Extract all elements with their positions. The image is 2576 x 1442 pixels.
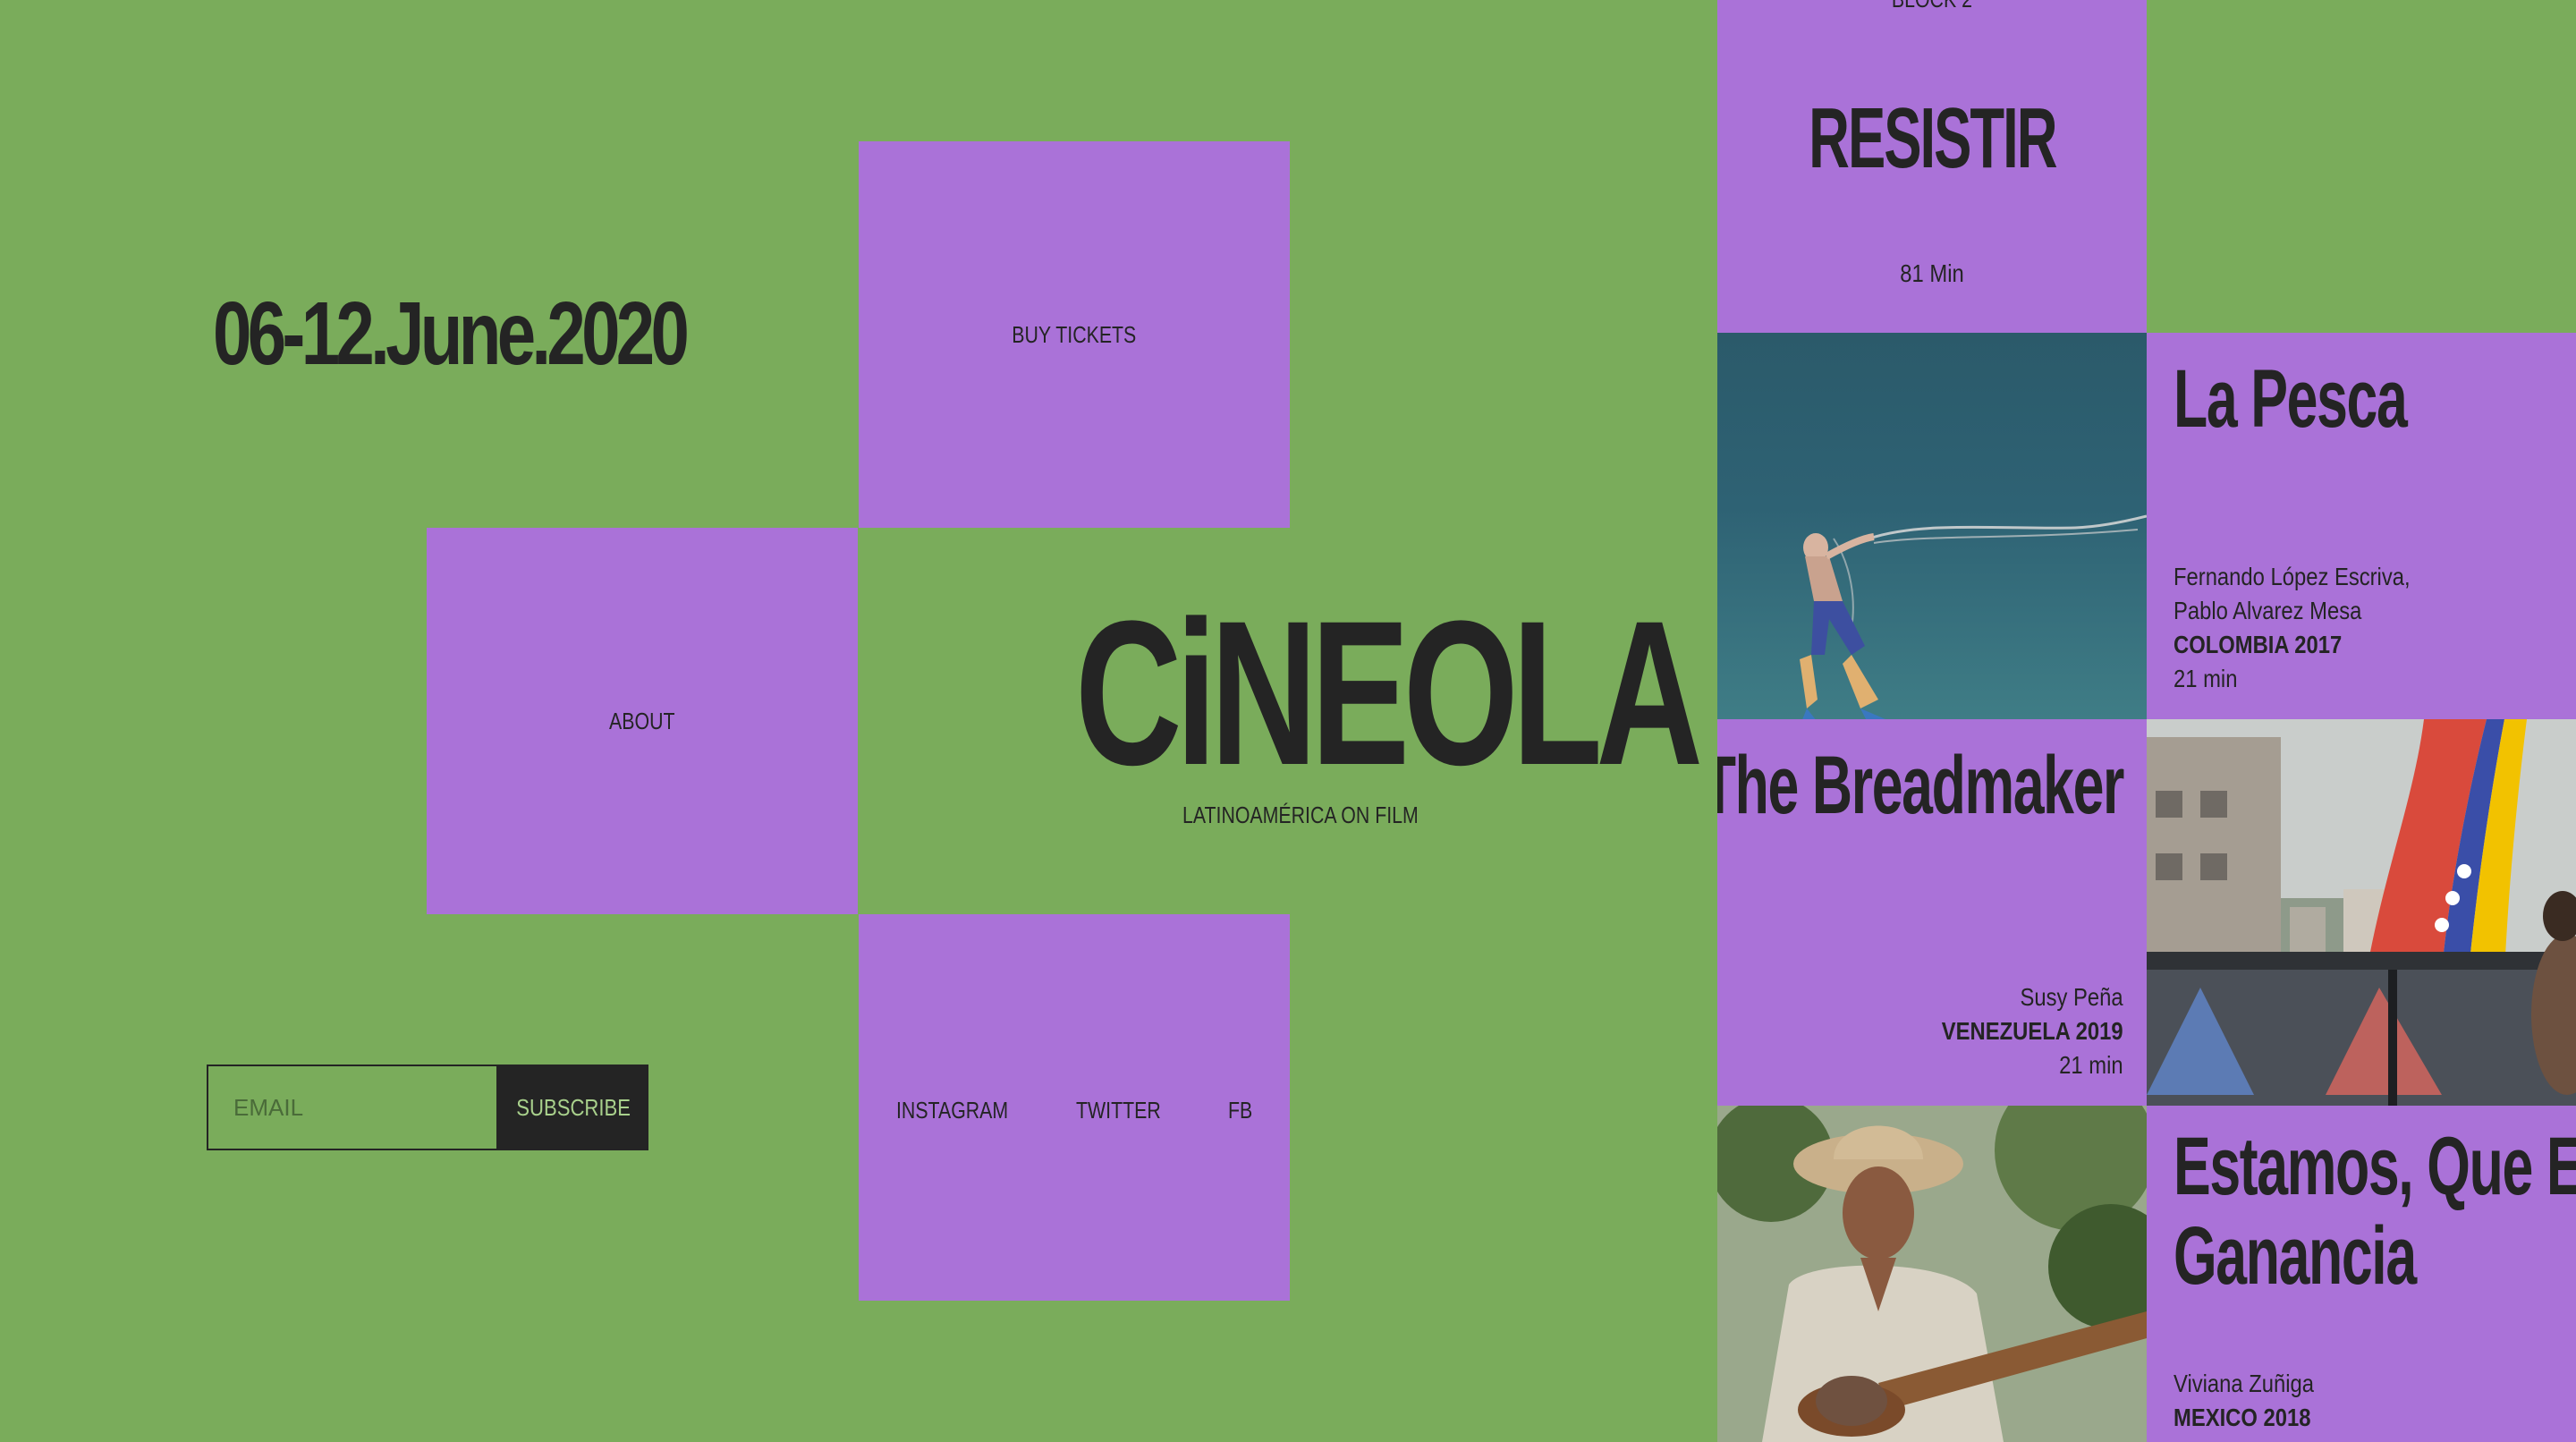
buy-tickets-label: BUY TICKETS	[1012, 320, 1137, 348]
cineola-logo: CiNEOLA	[1075, 578, 1703, 808]
social-links-tile: INSTAGRAM TWITTER FB	[859, 914, 1290, 1301]
film-title-line: Ganancia	[2174, 1210, 2417, 1302]
block-duration: 81 Min	[1900, 259, 1964, 287]
subscribe-label: SUBSCRIBE	[516, 1093, 631, 1121]
director-name: Fernando López Escriva,	[2174, 563, 2411, 590]
guitarist-image	[1717, 1106, 2147, 1442]
country-year: VENEZUELA 2019	[1942, 1017, 2123, 1045]
runtime: 21 min	[2059, 1051, 2123, 1079]
estamos-que-es-ganancia-still[interactable]	[1717, 1106, 2147, 1442]
subscribe-button[interactable]: SUBSCRIBE	[498, 1065, 648, 1150]
film-meta: Fernando López Escriva, Pablo Alvarez Me…	[2174, 560, 2411, 696]
country-year: MEXICO 2018	[2174, 1404, 2311, 1431]
about-button[interactable]: ABOUT	[427, 528, 858, 914]
email-field[interactable]	[207, 1065, 498, 1150]
the-breadmaker-still[interactable]	[2147, 719, 2576, 1106]
film-meta: Susy Peña VENEZUELA 2019 21 min	[1942, 980, 2123, 1082]
instagram-link[interactable]: INSTAGRAM	[896, 1097, 1008, 1124]
film-title-line: Estamos, Que Es	[2174, 1121, 2576, 1212]
block-label: BLOCK 2	[1892, 0, 1972, 13]
festival-dates: 06-12.June.2020	[213, 284, 690, 384]
film-card-estamos-que-es-ganancia[interactable]: Estamos, Que Es Ganancia Viviana Zuñiga …	[2147, 1106, 2576, 1442]
director-name: Susy Peña	[2020, 983, 2123, 1011]
director-name: Pablo Alvarez Mesa	[2174, 597, 2362, 624]
director-name: Viviana Zuñiga	[2174, 1370, 2315, 1397]
about-label: ABOUT	[609, 707, 675, 734]
block-title: RESISTIR	[1808, 90, 2057, 186]
film-title: The Breadmaker	[1717, 740, 2124, 831]
diver-image	[1800, 514, 2147, 719]
flag-image	[2147, 719, 2576, 1106]
runtime: 21 min	[2174, 665, 2238, 692]
buy-tickets-button[interactable]: BUY TICKETS	[859, 141, 1290, 528]
country-year: COLOMBIA 2017	[2174, 631, 2343, 658]
tagline: LATINOAMÉRICA ON FILM	[1182, 802, 1419, 828]
film-card-la-pesca[interactable]: La Pesca Fernando López Escriva, Pablo A…	[2147, 333, 2576, 719]
film-title: La Pesca	[2174, 353, 2408, 445]
block-card[interactable]: BLOCK 2 RESISTIR 81 Min	[1717, 0, 2147, 333]
fb-link[interactable]: FB	[1228, 1097, 1252, 1124]
twitter-link[interactable]: TWITTER	[1076, 1097, 1161, 1124]
newsletter-form: SUBSCRIBE	[207, 1065, 648, 1150]
film-title: Estamos, Que Es Ganancia	[2174, 1122, 2576, 1301]
la-pesca-still[interactable]	[1717, 333, 2147, 719]
film-meta: Viviana Zuñiga MEXICO 2018	[2174, 1367, 2314, 1435]
film-card-the-breadmaker[interactable]: The Breadmaker Susy Peña VENEZUELA 2019 …	[1717, 719, 2147, 1106]
